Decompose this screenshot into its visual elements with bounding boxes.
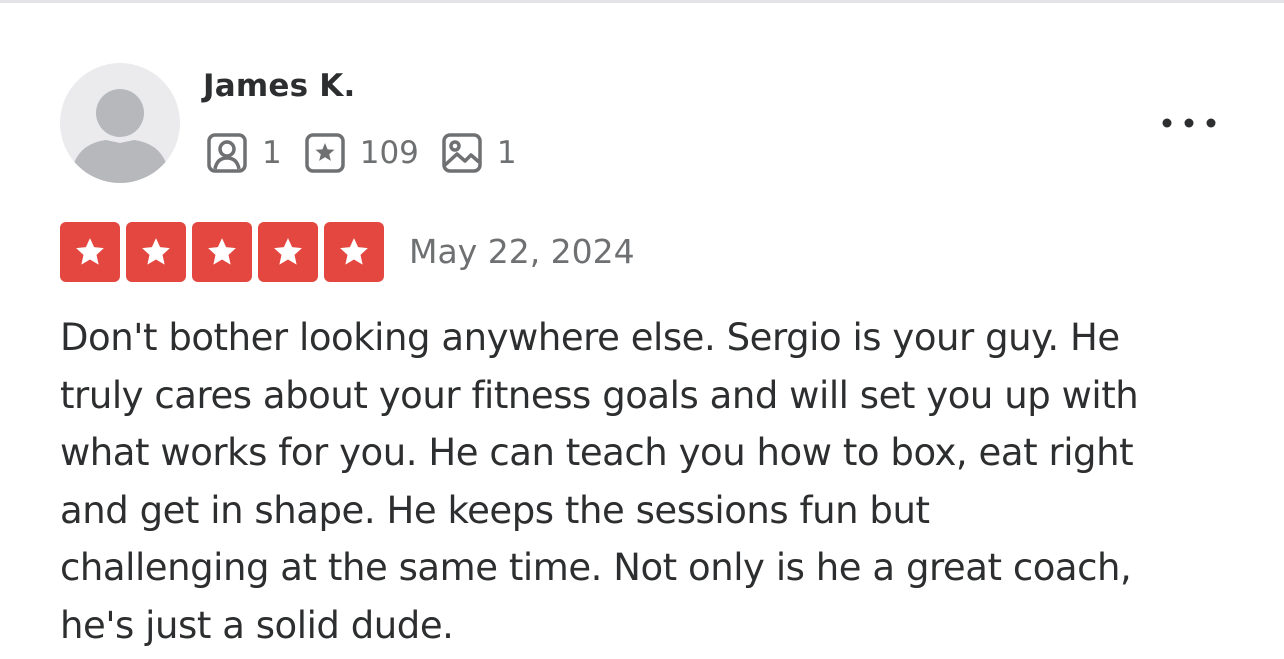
reviews-count: 109 bbox=[359, 134, 419, 171]
user-name[interactable]: James K. bbox=[203, 68, 355, 104]
user-stats: 1 109 1 bbox=[206, 132, 539, 174]
star-rating bbox=[60, 222, 384, 282]
star-icon bbox=[76, 238, 104, 265]
reviews-stat: 109 bbox=[304, 132, 419, 174]
star-icon bbox=[142, 238, 170, 265]
friends-stat: 1 bbox=[206, 132, 282, 174]
friends-count: 1 bbox=[262, 134, 282, 171]
rating-star bbox=[60, 222, 120, 282]
reviews-star-icon bbox=[304, 133, 345, 173]
more-options-button[interactable] bbox=[1152, 104, 1226, 142]
rating-star bbox=[192, 222, 252, 282]
review-text: Don't bother looking anywhere else. Serg… bbox=[60, 316, 1139, 647]
rating-star bbox=[324, 222, 384, 282]
star-icon bbox=[340, 238, 368, 265]
rating-star bbox=[258, 222, 318, 282]
more-options-icon bbox=[1162, 118, 1216, 128]
rating-star bbox=[126, 222, 186, 282]
top-divider bbox=[0, 0, 1284, 3]
star-icon bbox=[274, 238, 302, 265]
photos-stat: 1 bbox=[441, 132, 517, 174]
photos-count: 1 bbox=[496, 134, 517, 171]
avatar[interactable] bbox=[60, 63, 180, 183]
photos-icon bbox=[442, 133, 482, 173]
review-date: May 22, 2024 bbox=[409, 232, 635, 271]
default-user-avatar-icon bbox=[74, 89, 166, 183]
friends-icon bbox=[207, 133, 247, 173]
star-icon bbox=[208, 238, 236, 265]
